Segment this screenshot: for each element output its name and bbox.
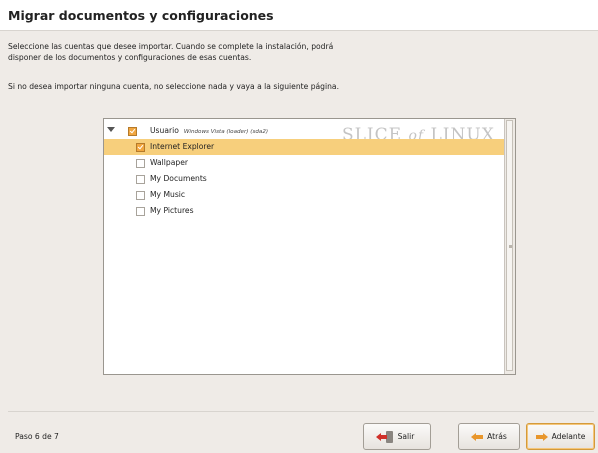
- expander-arrow-icon[interactable]: [107, 127, 115, 132]
- internet-explorer-label: Internet Explorer: [150, 142, 215, 151]
- back-button[interactable]: Atrás: [458, 423, 520, 450]
- tree-row-user[interactable]: Usuario Windows Vista (loader) (sda2) SLI…: [104, 123, 506, 145]
- arrow-left-icon: [471, 432, 484, 441]
- user-checkbox[interactable]: [128, 127, 137, 136]
- tree-row-wallpaper[interactable]: Wallpaper: [104, 155, 506, 171]
- arrow-right-icon: [535, 432, 548, 441]
- scrollbar-grip: [509, 245, 512, 248]
- header-bar: Migrar documentos y configuraciones: [0, 0, 598, 31]
- my-music-checkbox[interactable]: [136, 191, 145, 200]
- exit-icon: [375, 430, 394, 443]
- my-music-label: My Music: [150, 190, 186, 199]
- scrollbar-thumb[interactable]: [506, 120, 513, 371]
- intro-skip-text: Si no desea importar ninguna cuenta, no …: [8, 82, 339, 91]
- user-name: Usuario: [150, 126, 179, 135]
- accounts-tree-view[interactable]: Usuario Windows Vista (loader) (sda2) SLI…: [103, 118, 516, 375]
- wallpaper-label: Wallpaper: [150, 158, 188, 167]
- internet-explorer-checkbox[interactable]: [136, 143, 145, 152]
- page-title: Migrar documentos y configuraciones: [8, 8, 274, 23]
- my-documents-label: My Documents: [150, 174, 207, 183]
- tree-row-internet-explorer[interactable]: Internet Explorer: [104, 139, 506, 155]
- intro-text: Seleccione las cuentas que desee importa…: [8, 41, 568, 63]
- user-label: Usuario Windows Vista (loader) (sda2): [150, 126, 268, 135]
- tree-row-my-documents[interactable]: My Documents: [104, 171, 506, 187]
- forward-button[interactable]: Adelante: [526, 423, 595, 450]
- tree-row-my-music[interactable]: My Music: [104, 187, 506, 203]
- step-indicator: Paso 6 de 7: [15, 432, 59, 441]
- intro-line-2: disponer de los documentos y configuraci…: [8, 53, 252, 62]
- back-button-label: Atrás: [487, 432, 507, 441]
- user-detail: Windows Vista (loader) (sda2): [183, 129, 269, 135]
- quit-button[interactable]: Salir: [363, 423, 431, 450]
- tree-row-my-pictures[interactable]: My Pictures: [104, 203, 506, 219]
- my-pictures-checkbox[interactable]: [136, 207, 145, 216]
- forward-button-label: Adelante: [551, 432, 586, 441]
- footer-divider: [8, 411, 594, 412]
- quit-button-label: Salir: [397, 432, 415, 441]
- my-pictures-label: My Pictures: [150, 206, 194, 215]
- my-documents-checkbox[interactable]: [136, 175, 145, 184]
- accounts-tree: Usuario Windows Vista (loader) (sda2) SLI…: [104, 119, 506, 374]
- vertical-scrollbar[interactable]: [504, 119, 515, 374]
- wallpaper-checkbox[interactable]: [136, 159, 145, 168]
- intro-line-1: Seleccione las cuentas que desee importa…: [8, 42, 334, 51]
